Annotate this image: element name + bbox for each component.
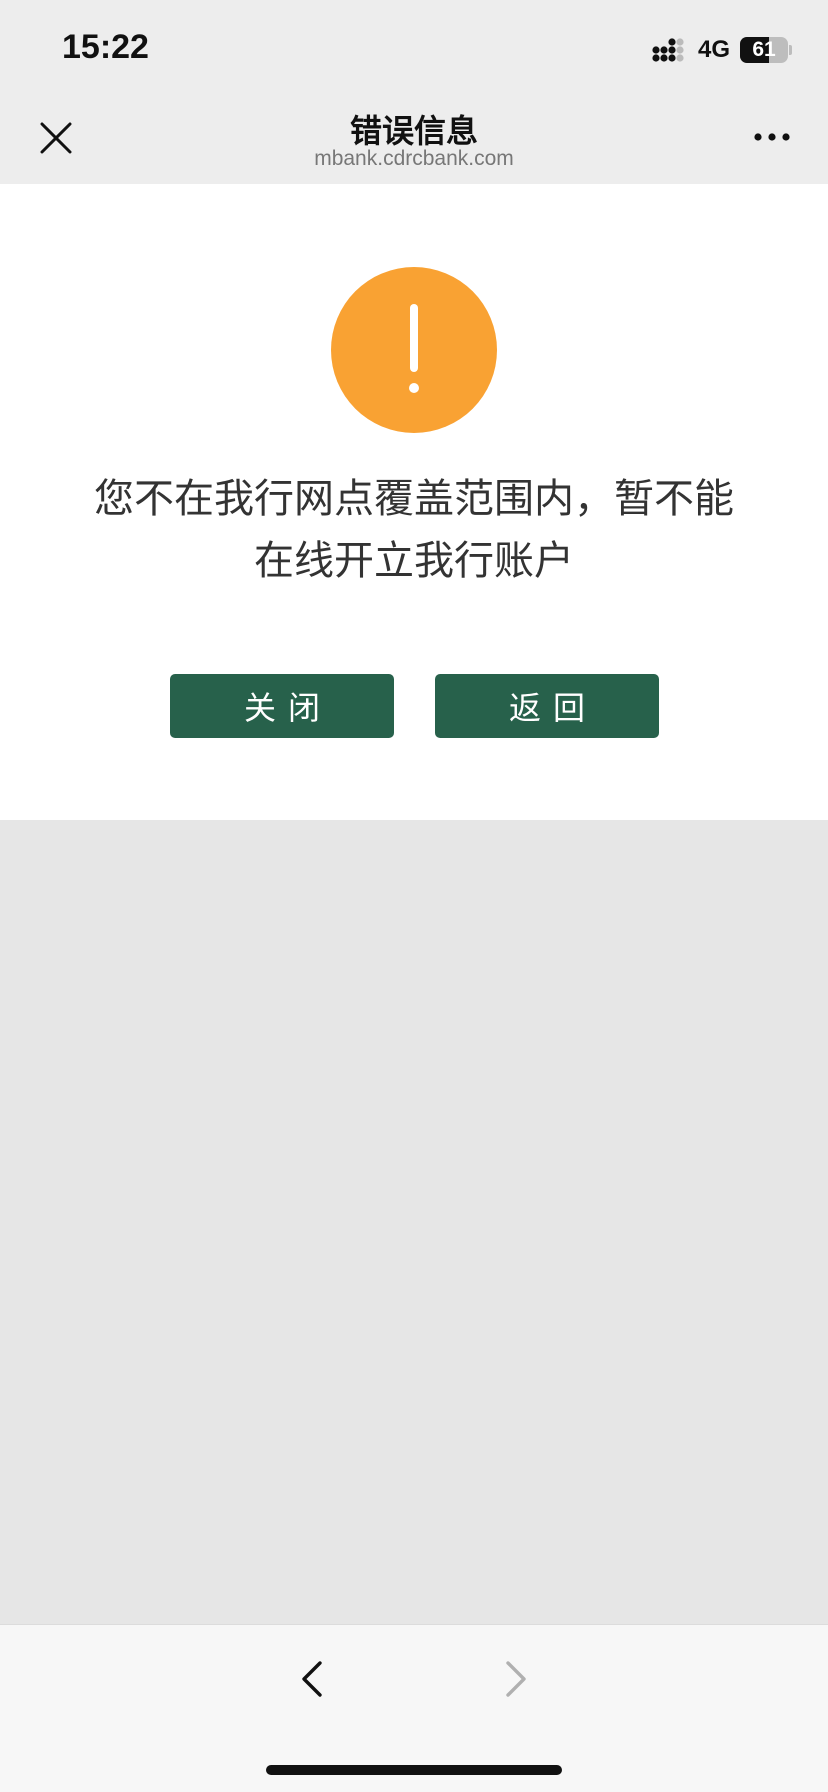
back-arrow-icon[interactable] [298, 1657, 326, 1701]
network-label: 4G [697, 36, 730, 63]
battery-level: 61 [752, 38, 776, 61]
back-button[interactable]: 返回 [435, 674, 659, 738]
nav-bar: 错误信息 mbank.cdrcbank.com [0, 96, 828, 184]
page-title: 错误信息 [349, 112, 478, 150]
warning-icon [331, 267, 497, 433]
page-domain: mbank.cdrcbank.com [314, 147, 514, 170]
error-message: 您不在我行网点覆盖范围内，暂不能在线开立我行账户 [94, 476, 734, 584]
close-button[interactable]: 关闭 [170, 674, 394, 738]
more-icon[interactable] [752, 130, 792, 144]
forward-arrow-icon [506, 1661, 526, 1697]
signal-icon [652, 38, 684, 62]
bottom-toolbar [0, 1624, 828, 1792]
status-bar: 15:22 4G 61 [0, 0, 828, 96]
home-indicator [266, 1765, 562, 1775]
error-panel: 您不在我行网点覆盖范围内，暂不能在线开立我行账户 关闭 返回 [0, 184, 828, 820]
battery-icon: 61 [740, 37, 792, 63]
status-time: 15:22 [62, 28, 149, 66]
status-indicators: 4G 61 [652, 36, 792, 64]
